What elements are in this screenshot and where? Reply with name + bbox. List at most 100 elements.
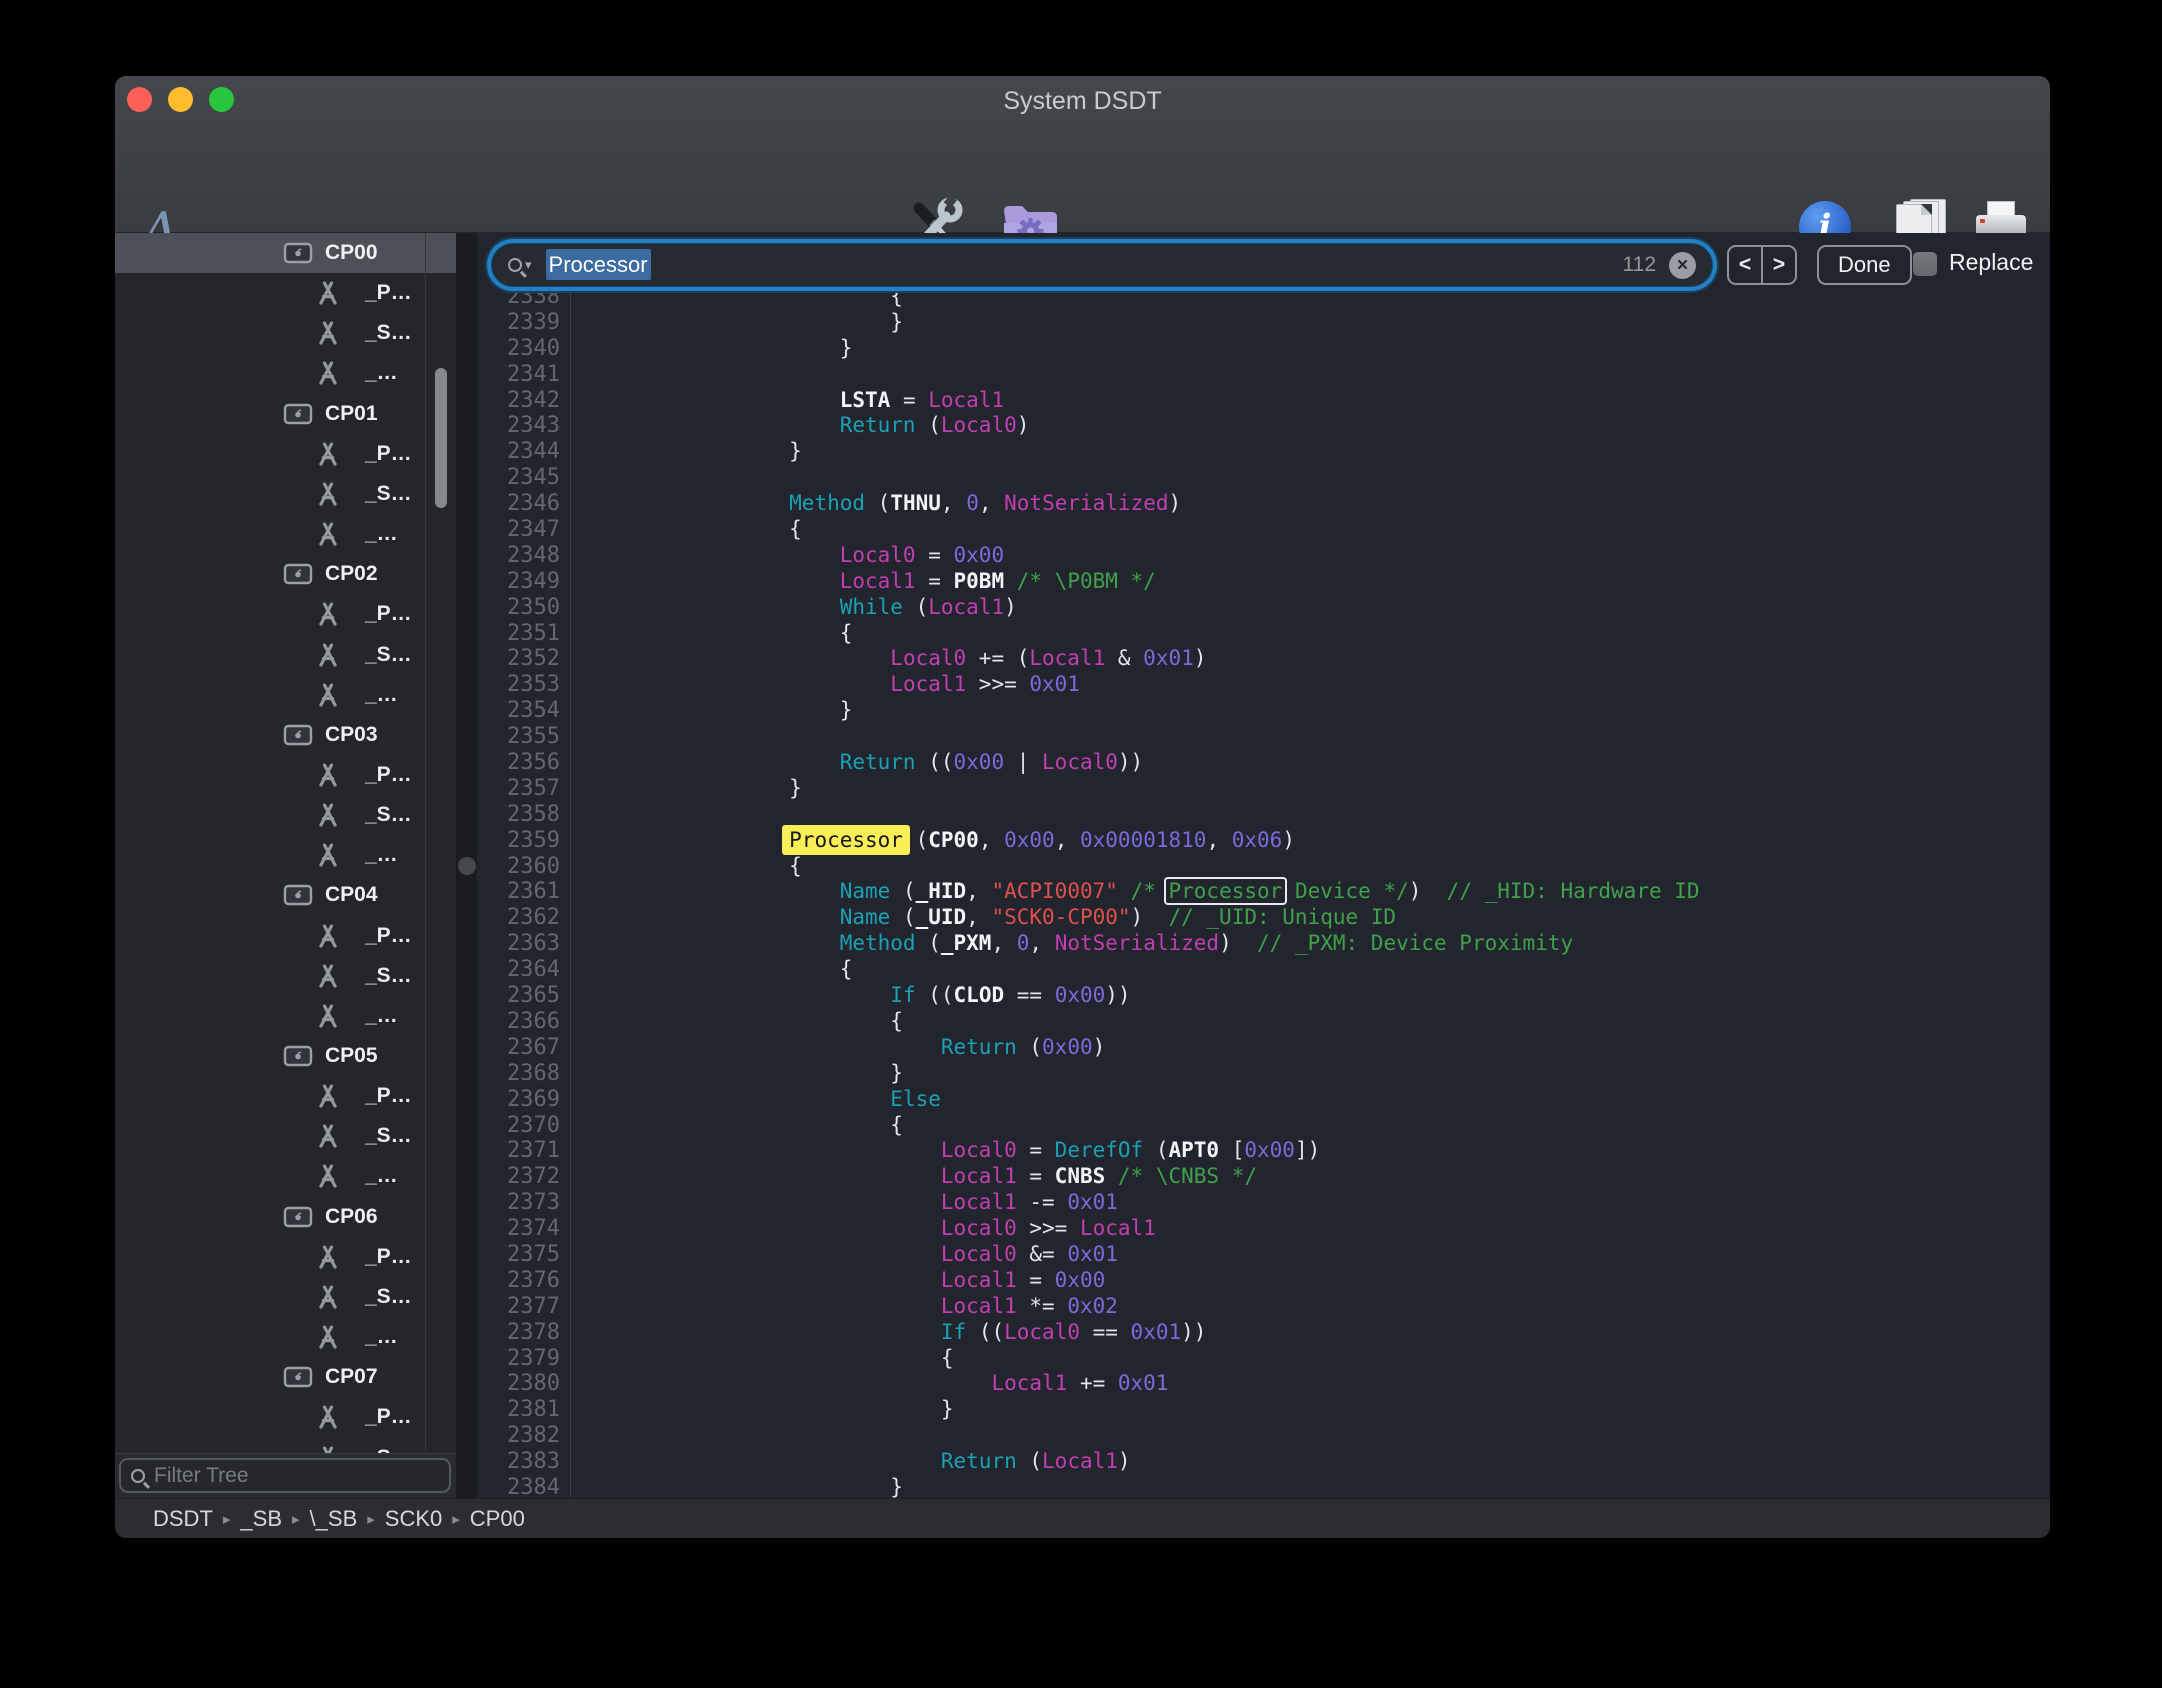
tree-row-CP01[interactable]: ▼ CP01 bbox=[115, 394, 456, 434]
breadcrumb-item-SCK0[interactable]: SCK0 bbox=[385, 1506, 442, 1532]
tree-row-child[interactable]: _P… bbox=[115, 916, 456, 956]
tree-item-label: _P… bbox=[365, 1084, 412, 1108]
tree-row-child[interactable]: _… bbox=[115, 514, 456, 554]
tree-row-child[interactable]: _S… bbox=[115, 956, 456, 996]
tree-row-CP06[interactable]: ▼ CP06 bbox=[115, 1197, 456, 1237]
next-match-button[interactable]: > bbox=[1763, 247, 1795, 283]
line-number: 2344 bbox=[477, 439, 560, 465]
tree-row-child[interactable]: _P… bbox=[115, 1237, 456, 1277]
method-icon bbox=[315, 280, 341, 306]
tree-row-child[interactable]: _S… bbox=[115, 474, 456, 514]
tree-row-child[interactable]: _S… bbox=[115, 1116, 456, 1156]
tree-row-CP02[interactable]: ▼ CP02 bbox=[115, 554, 456, 594]
tree-row-child[interactable]: _… bbox=[115, 353, 456, 393]
line-number: 2340 bbox=[477, 336, 560, 362]
tree-row-CP03[interactable]: ▼ CP03 bbox=[115, 715, 456, 755]
done-button[interactable]: Done bbox=[1817, 245, 1912, 285]
tree-row-child[interactable]: _… bbox=[115, 1317, 456, 1357]
line-number: 2360 bbox=[477, 854, 560, 880]
code-line-2362: 2362 Name (_UID, "SCK0-CP00") // _UID: U… bbox=[477, 905, 2050, 931]
code-line-2370: 2370 { bbox=[477, 1113, 2050, 1139]
tree-item-label: _P… bbox=[365, 1245, 412, 1269]
search-input[interactable]: ▾ Processor 112 × bbox=[491, 243, 1713, 287]
method-icon bbox=[315, 762, 341, 788]
tree-row-child[interactable]: _… bbox=[115, 1156, 456, 1196]
find-bar: ▾ Processor 112 × < > Done Replace bbox=[477, 233, 2050, 293]
tree-row-child[interactable]: _S… bbox=[115, 1438, 456, 1454]
splitter-handle-icon[interactable] bbox=[458, 857, 476, 875]
tree-item-label: CP07 bbox=[325, 1365, 378, 1389]
tree-row-child[interactable]: _P… bbox=[115, 273, 456, 313]
tree-row-CP07[interactable]: ▼ CP07 bbox=[115, 1357, 456, 1397]
line-number: 2365 bbox=[477, 983, 560, 1009]
tree-row-child[interactable]: _P… bbox=[115, 755, 456, 795]
method-icon bbox=[315, 802, 341, 828]
previous-match-button[interactable]: < bbox=[1729, 247, 1763, 283]
code-line-2351: 2351 { bbox=[477, 621, 2050, 647]
method-icon bbox=[315, 601, 341, 627]
method-icon bbox=[315, 642, 341, 668]
tree-row-CP04[interactable]: ▼ CP04 bbox=[115, 875, 456, 915]
pane-splitter[interactable] bbox=[456, 233, 477, 1498]
line-number: 2353 bbox=[477, 672, 560, 698]
line-number: 2356 bbox=[477, 750, 560, 776]
sidebar-gutter-divider bbox=[425, 233, 426, 1453]
device-icon bbox=[283, 561, 313, 587]
line-number: 2351 bbox=[477, 621, 560, 647]
breadcrumb-separator-icon: ▸ bbox=[292, 1510, 300, 1528]
tree-row-child[interactable]: _S… bbox=[115, 1277, 456, 1317]
method-icon bbox=[315, 1083, 341, 1109]
breadcrumb-item-DSDT[interactable]: DSDT bbox=[153, 1506, 213, 1532]
breadcrumb-item-_SB[interactable]: _SB bbox=[240, 1506, 282, 1532]
breadcrumb-item-CP00[interactable]: CP00 bbox=[470, 1506, 525, 1532]
method-icon bbox=[315, 923, 341, 949]
code-line-2342: 2342 LSTA = Local1 bbox=[477, 388, 2050, 414]
tree-row-child[interactable]: _S… bbox=[115, 313, 456, 353]
tree-row-child[interactable]: _P… bbox=[115, 434, 456, 474]
line-number: 2379 bbox=[477, 1346, 560, 1372]
tree-item-label: CP06 bbox=[325, 1205, 378, 1229]
device-icon bbox=[283, 240, 313, 266]
line-number: 2345 bbox=[477, 465, 560, 491]
code-line-2371: 2371 Local0 = DerefOf (APT0 [0x00]) bbox=[477, 1138, 2050, 1164]
code-line-2345: 2345 bbox=[477, 465, 2050, 491]
tree-row-child[interactable]: _P… bbox=[115, 1397, 456, 1437]
breadcrumb-item-_SB[interactable]: \_SB bbox=[310, 1506, 358, 1532]
line-number: 2361 bbox=[477, 879, 560, 905]
tree-row-child[interactable]: _P… bbox=[115, 594, 456, 634]
method-icon bbox=[315, 521, 341, 547]
chevron-down-icon[interactable]: ▾ bbox=[525, 257, 532, 273]
sidebar-scrollbar-thumb[interactable] bbox=[435, 368, 447, 508]
tree-item-label: _S… bbox=[365, 964, 412, 988]
code-line-2346: 2346 Method (THNU, 0, NotSerialized) bbox=[477, 491, 2050, 517]
tree-row-child[interactable]: _… bbox=[115, 996, 456, 1036]
tree-row-CP05[interactable]: ▼ CP05 bbox=[115, 1036, 456, 1076]
line-number: 2384 bbox=[477, 1475, 560, 1498]
tree-row-CP00[interactable]: ▼ CP00 bbox=[115, 233, 456, 273]
find-highlight-ring: Processor bbox=[1164, 877, 1288, 905]
filter-tree-input[interactable]: Filter Tree bbox=[119, 1458, 451, 1493]
line-number: 2378 bbox=[477, 1320, 560, 1346]
method-icon bbox=[315, 842, 341, 868]
code-line-2352: 2352 Local0 += (Local1 & 0x01) bbox=[477, 646, 2050, 672]
method-icon bbox=[315, 682, 341, 708]
method-icon bbox=[315, 441, 341, 467]
tree-row-child[interactable]: _… bbox=[115, 675, 456, 715]
tree-item-label: _P… bbox=[365, 924, 412, 948]
code-line-2363: 2363 Method (_PXM, 0, NotSerialized) // … bbox=[477, 931, 2050, 957]
tree-row-child[interactable]: _S… bbox=[115, 795, 456, 835]
search-query: Processor bbox=[546, 252, 651, 278]
code-line-2357: 2357 } bbox=[477, 776, 2050, 802]
replace-checkbox[interactable] bbox=[1913, 252, 1937, 276]
tree-row-child[interactable]: _S… bbox=[115, 635, 456, 675]
content-area: ▼ CP00 _P… _S… _…▼ CP01 _P… _S… _…▼ bbox=[115, 233, 2050, 1498]
tree-row-child[interactable]: _… bbox=[115, 835, 456, 875]
code-line-2377: 2377 Local1 *= 0x02 bbox=[477, 1294, 2050, 1320]
method-icon bbox=[315, 1244, 341, 1270]
method-icon bbox=[315, 320, 341, 346]
tree-row-child[interactable]: _P… bbox=[115, 1076, 456, 1116]
line-number: 2369 bbox=[477, 1087, 560, 1113]
code-editor[interactable]: 2338 {2339 }2340 }23412342 LSTA = Local1… bbox=[477, 233, 2050, 1498]
clear-search-button[interactable]: × bbox=[1669, 252, 1696, 279]
code-line-2354: 2354 } bbox=[477, 698, 2050, 724]
